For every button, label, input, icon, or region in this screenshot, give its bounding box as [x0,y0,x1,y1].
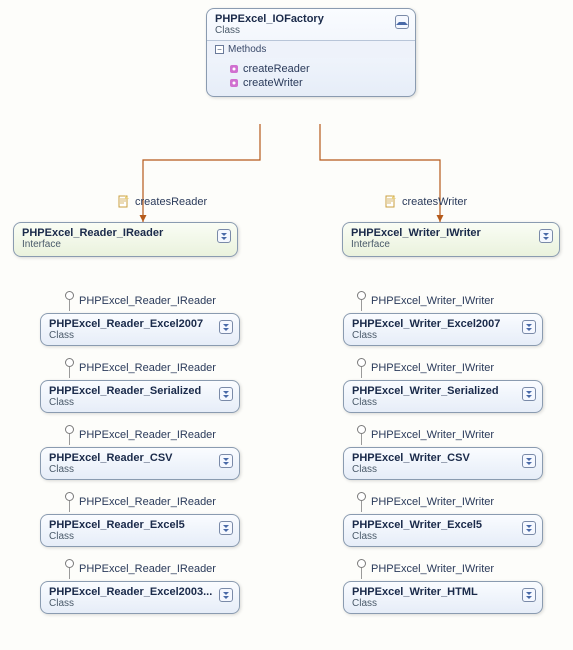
edge-label-creates-reader: createsReader [117,195,207,209]
class-title: PHPExcel_Writer_Serialized [352,385,534,397]
interface-lollipop-link: PHPExcel_Reader_IReader [63,425,216,445]
interface-lollipop-link: PHPExcel_Reader_IReader [63,492,216,512]
interface-type: Interface [22,239,229,250]
class-type: Class [49,464,231,475]
class-title: PHPExcel_Reader_Excel2003... [49,586,231,598]
lollipop-icon [355,492,367,512]
interface-lollipop-link: PHPExcel_Reader_IReader [63,559,216,579]
class-title: PHPExcel_Reader_Excel2007 [49,318,231,330]
method-icon [229,78,239,88]
methods-section-header[interactable]: − Methods [207,41,415,58]
class-type: Class [352,330,534,341]
class-title: PHPExcel_Writer_Excel2007 [352,318,534,330]
method-icon [229,64,239,74]
class-box: PHPExcel_Writer_CSVClass [343,447,543,480]
document-icon [384,195,398,209]
class-box: PHPExcel_Reader_CSVClass [40,447,240,480]
edge-text: createsReader [135,196,207,208]
method-name: createReader [243,63,310,75]
class-box: PHPExcel_Writer_SerializedClass [343,380,543,413]
class-box: PHPExcel_Reader_Excel2003...Class [40,581,240,614]
interface-link-label: PHPExcel_Reader_IReader [79,496,216,508]
class-title: PHPExcel_Writer_HTML [352,586,534,598]
lollipop-icon [355,559,367,579]
class-type: Class [49,397,231,408]
interface-link-label: PHPExcel_Writer_IWriter [371,295,494,307]
expand-icon[interactable] [522,320,536,334]
class-title: PHPExcel_Writer_CSV [352,452,534,464]
lollipop-icon [355,291,367,311]
class-type: Class [49,330,231,341]
expand-icon[interactable] [219,320,233,334]
edge-label-creates-writer: createsWriter [384,195,467,209]
class-title: PHPExcel_Writer_Excel5 [352,519,534,531]
method-item[interactable]: createReader [229,62,407,76]
class-title: PHPExcel_Reader_Serialized [49,385,231,397]
lollipop-icon [63,358,75,378]
lollipop-icon [63,291,75,311]
class-box: PHPExcel_Reader_SerializedClass [40,380,240,413]
lollipop-icon [355,358,367,378]
expand-icon[interactable] [219,521,233,535]
lollipop-icon [355,425,367,445]
interface-box-writer: PHPExcel_Writer_IWriter Interface [342,222,560,257]
interface-link-label: PHPExcel_Writer_IWriter [371,496,494,508]
class-box: PHPExcel_Writer_HTMLClass [343,581,543,614]
interface-link-label: PHPExcel_Writer_IWriter [371,429,494,441]
method-item[interactable]: createWriter [229,76,407,90]
interface-lollipop-link: PHPExcel_Writer_IWriter [355,358,494,378]
interface-link-label: PHPExcel_Writer_IWriter [371,563,494,575]
expand-icon[interactable] [219,387,233,401]
interface-link-label: PHPExcel_Reader_IReader [79,295,216,307]
class-type: Class [352,397,534,408]
class-box: PHPExcel_Reader_Excel2007Class [40,313,240,346]
class-title: PHPExcel_Reader_CSV [49,452,231,464]
class-box: PHPExcel_Writer_Excel5Class [343,514,543,547]
interface-title: PHPExcel_Writer_IWriter [351,227,551,239]
class-type: Class [352,598,534,609]
expand-icon[interactable] [522,588,536,602]
interface-link-label: PHPExcel_Reader_IReader [79,563,216,575]
methods-label: Methods [228,44,266,55]
interface-type: Interface [351,239,551,250]
class-box-iofactory: PHPExcel_IOFactory Class − Methods creat… [206,8,416,97]
interface-lollipop-link: PHPExcel_Reader_IReader [63,358,216,378]
expand-icon[interactable] [522,521,536,535]
interface-lollipop-link: PHPExcel_Writer_IWriter [355,425,494,445]
interface-link-label: PHPExcel_Reader_IReader [79,362,216,374]
interface-title: PHPExcel_Reader_IReader [22,227,229,239]
class-type: Class [49,531,231,542]
expand-icon[interactable] [219,454,233,468]
lollipop-icon [63,425,75,445]
document-icon [117,195,131,209]
expand-icon[interactable] [217,229,231,243]
class-title: PHPExcel_IOFactory [215,13,407,25]
expand-icon[interactable] [219,588,233,602]
interface-link-label: PHPExcel_Reader_IReader [79,429,216,441]
class-type: Class [352,464,534,475]
class-box: PHPExcel_Reader_Excel5Class [40,514,240,547]
expand-icon[interactable] [522,387,536,401]
interface-lollipop-link: PHPExcel_Writer_IWriter [355,291,494,311]
expand-icon[interactable] [539,229,553,243]
minus-icon: − [215,45,224,54]
class-type: Class [352,531,534,542]
collapse-icon[interactable] [395,15,409,29]
interface-lollipop-link: PHPExcel_Reader_IReader [63,291,216,311]
expand-icon[interactable] [522,454,536,468]
method-name: createWriter [243,77,303,89]
class-type: Class [215,25,407,36]
interface-link-label: PHPExcel_Writer_IWriter [371,362,494,374]
edge-text: createsWriter [402,196,467,208]
interface-lollipop-link: PHPExcel_Writer_IWriter [355,559,494,579]
interface-box-reader: PHPExcel_Reader_IReader Interface [13,222,238,257]
lollipop-icon [63,492,75,512]
class-box: PHPExcel_Writer_Excel2007Class [343,313,543,346]
class-title: PHPExcel_Reader_Excel5 [49,519,231,531]
lollipop-icon [63,559,75,579]
interface-lollipop-link: PHPExcel_Writer_IWriter [355,492,494,512]
class-type: Class [49,598,231,609]
